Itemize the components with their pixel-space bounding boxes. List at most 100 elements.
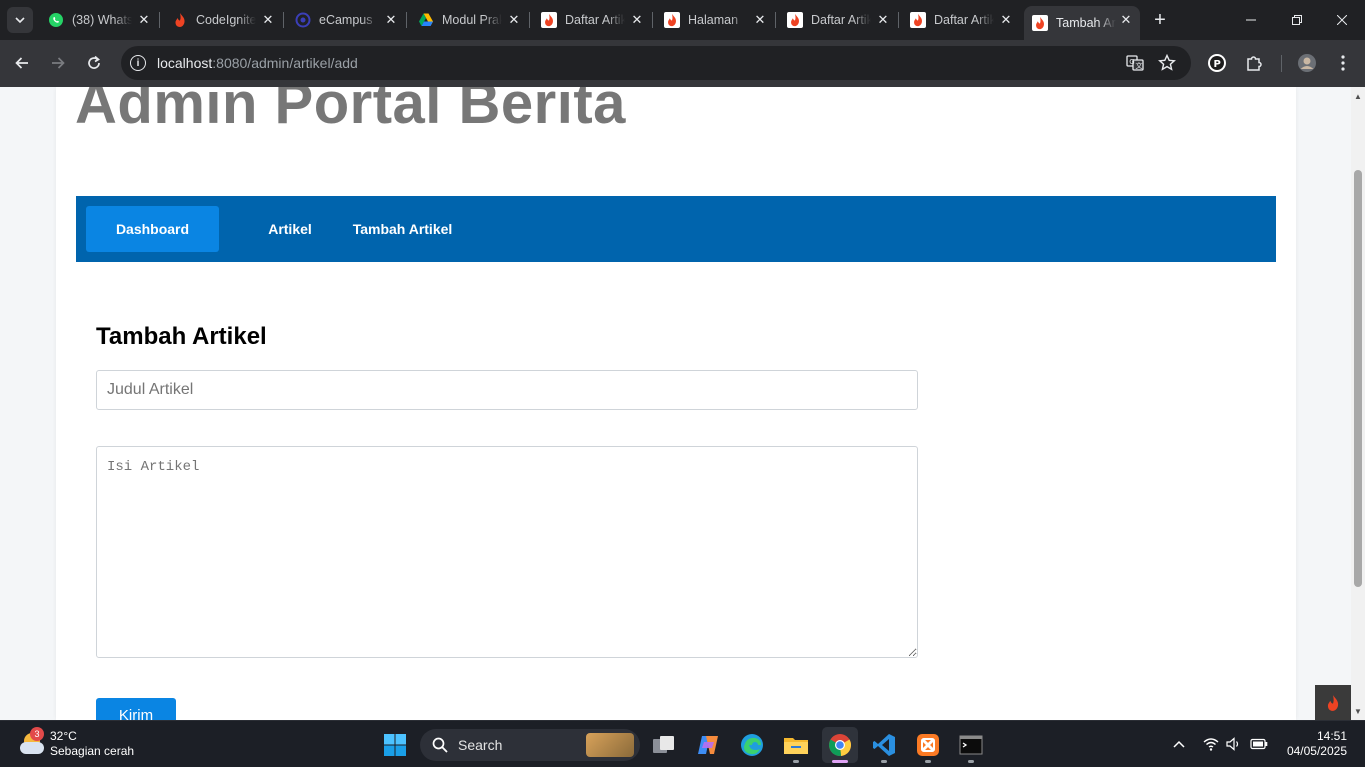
xampp-button[interactable] bbox=[910, 727, 946, 763]
terminal-button[interactable] bbox=[953, 727, 989, 763]
windows-taskbar: 3 32°C Sebagian cerah Search 14:51 04/05… bbox=[0, 720, 1365, 767]
address-bar[interactable]: i localhost:8080/admin/artikel/add G文 bbox=[121, 46, 1191, 80]
extension-p-icon[interactable]: P bbox=[1206, 52, 1228, 74]
nav-artikel-link[interactable]: Artikel bbox=[236, 206, 344, 252]
browser-tab[interactable]: Modul Praktikum ✕ bbox=[410, 6, 528, 34]
edge-icon bbox=[741, 734, 763, 756]
isi-artikel-textarea[interactable] bbox=[96, 446, 918, 658]
reload-icon bbox=[88, 55, 100, 69]
windows-logo-icon bbox=[384, 734, 406, 756]
reload-button[interactable] bbox=[81, 50, 107, 76]
close-icon bbox=[1337, 15, 1347, 25]
browser-tab[interactable]: Daftar Artikel ✕ bbox=[902, 6, 1020, 34]
judul-artikel-input[interactable] bbox=[96, 370, 918, 410]
svg-text:G: G bbox=[1129, 58, 1134, 66]
close-tab-icon[interactable]: ✕ bbox=[875, 12, 891, 28]
close-tab-icon[interactable]: ✕ bbox=[506, 12, 522, 28]
tab-separator bbox=[406, 12, 407, 28]
tab-strip: (38) WhatsApp ✕ CodeIgniter ✕ eCampus ✕ … bbox=[0, 0, 1365, 40]
search-icon bbox=[432, 737, 448, 753]
close-tab-icon[interactable]: ✕ bbox=[1118, 12, 1134, 28]
nav-tambah-artikel-link[interactable]: Tambah Artikel bbox=[344, 206, 461, 252]
weather-widget[interactable]: 3 32°C Sebagian cerah bbox=[18, 727, 135, 759]
restore-icon bbox=[1292, 15, 1302, 25]
codeigniter-flame-icon bbox=[541, 12, 557, 28]
minimize-button[interactable] bbox=[1228, 0, 1274, 40]
tab-separator bbox=[529, 12, 530, 28]
profile-avatar[interactable] bbox=[1296, 52, 1318, 74]
browser-tab[interactable]: eCampus ✕ bbox=[287, 6, 405, 34]
site-info-icon[interactable]: i bbox=[130, 55, 146, 71]
windows-start-button[interactable] bbox=[377, 727, 413, 763]
volume-icon[interactable] bbox=[1225, 735, 1243, 753]
close-window-button[interactable] bbox=[1319, 0, 1365, 40]
site-title: Admin Portal Berita bbox=[75, 87, 626, 136]
chrome-button[interactable] bbox=[822, 727, 858, 763]
running-indicator bbox=[881, 760, 887, 763]
tab-title: eCampus bbox=[319, 13, 373, 27]
chevron-up-icon[interactable] bbox=[1170, 735, 1188, 753]
tab-search-button[interactable] bbox=[7, 7, 33, 33]
edge-browser-button[interactable] bbox=[734, 727, 770, 763]
search-highlight-image bbox=[586, 733, 634, 757]
form-title: Tambah Artikel bbox=[96, 323, 267, 350]
forward-button[interactable] bbox=[45, 50, 71, 76]
taskbar-clock[interactable]: 14:51 04/05/2025 bbox=[1283, 729, 1347, 759]
new-tab-button[interactable]: + bbox=[1150, 9, 1170, 31]
kebab-menu-icon[interactable] bbox=[1332, 52, 1354, 74]
google-drive-icon bbox=[418, 12, 434, 28]
browser-tab[interactable]: Daftar Artikel ✕ bbox=[779, 6, 897, 34]
scroll-thumb[interactable] bbox=[1354, 170, 1362, 587]
copilot-button[interactable] bbox=[690, 727, 726, 763]
tab-title: Halaman bbox=[688, 13, 739, 27]
kirim-button[interactable]: Kirim bbox=[96, 698, 176, 720]
tab-title: Daftar Artikel bbox=[934, 13, 994, 27]
browser-toolbar: i localhost:8080/admin/artikel/add G文 P bbox=[0, 40, 1365, 87]
browser-tab[interactable]: Daftar Artikel ✕ bbox=[533, 6, 651, 34]
weather-description: Sebagian cerah bbox=[50, 744, 135, 758]
bookmark-star-icon[interactable] bbox=[1158, 54, 1176, 72]
codeigniter-debug-toolbar-button[interactable] bbox=[1315, 685, 1351, 720]
vscode-button[interactable] bbox=[866, 727, 902, 763]
url-text[interactable]: localhost:8080/admin/artikel/add bbox=[157, 55, 358, 71]
codeigniter-flame-icon bbox=[787, 12, 803, 28]
codeigniter-flame-icon bbox=[664, 12, 680, 28]
notification-badge: 3 bbox=[30, 727, 44, 741]
codeigniter-flame-icon bbox=[910, 12, 926, 28]
nav-dashboard-link[interactable]: Dashboard bbox=[86, 206, 219, 252]
weather-temperature: 32°C bbox=[50, 729, 77, 743]
close-tab-icon[interactable]: ✕ bbox=[136, 12, 152, 28]
tab-title: Modul Praktikum bbox=[442, 13, 502, 27]
task-view-button[interactable] bbox=[646, 727, 682, 763]
tab-separator bbox=[652, 12, 653, 28]
browser-tab[interactable]: CodeIgniter ✕ bbox=[164, 6, 282, 34]
extensions-puzzle-icon[interactable] bbox=[1243, 52, 1265, 74]
main-navbar: Dashboard Artikel Tambah Artikel bbox=[76, 196, 1276, 262]
vscode-icon bbox=[873, 734, 895, 756]
svg-text:文: 文 bbox=[1136, 61, 1143, 70]
browser-tab[interactable]: Halaman ✕ bbox=[656, 6, 774, 34]
codeigniter-flame-icon bbox=[1032, 15, 1048, 31]
close-tab-icon[interactable]: ✕ bbox=[752, 12, 768, 28]
restore-button[interactable] bbox=[1274, 0, 1320, 40]
tab-separator bbox=[898, 12, 899, 28]
running-indicator bbox=[968, 760, 974, 763]
close-tab-icon[interactable]: ✕ bbox=[260, 12, 276, 28]
file-explorer-button[interactable] bbox=[778, 727, 814, 763]
tab-title: Tambah Artikel bbox=[1056, 16, 1116, 30]
close-tab-icon[interactable]: ✕ bbox=[383, 12, 399, 28]
back-button[interactable] bbox=[9, 50, 35, 76]
taskbar-search[interactable]: Search bbox=[420, 729, 640, 761]
close-tab-icon[interactable]: ✕ bbox=[998, 12, 1014, 28]
folder-icon bbox=[784, 738, 808, 754]
close-tab-icon[interactable]: ✕ bbox=[629, 12, 645, 28]
tab-separator bbox=[159, 12, 160, 28]
browser-tab-active[interactable]: Tambah Artikel ✕ bbox=[1024, 6, 1140, 40]
vertical-scrollbar[interactable]: ▲ ▼ bbox=[1351, 87, 1365, 720]
battery-icon[interactable] bbox=[1250, 735, 1268, 753]
scroll-down-arrow-icon[interactable]: ▼ bbox=[1351, 704, 1365, 718]
translate-icon[interactable]: G文 bbox=[1126, 54, 1144, 72]
scroll-up-arrow-icon[interactable]: ▲ bbox=[1351, 89, 1365, 103]
wifi-icon[interactable] bbox=[1202, 735, 1220, 753]
browser-tab[interactable]: (38) WhatsApp ✕ bbox=[40, 6, 158, 34]
